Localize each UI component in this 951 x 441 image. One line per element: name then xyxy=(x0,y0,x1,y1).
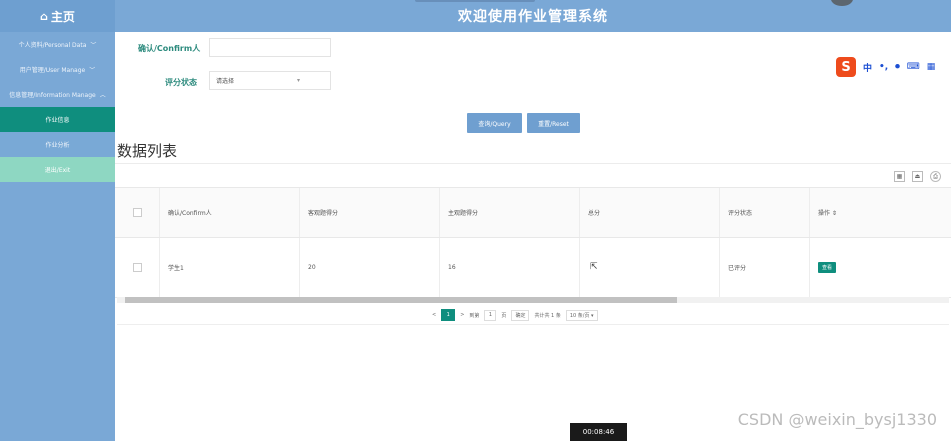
page-title: 欢迎使用作业管理系统 xyxy=(458,9,608,25)
status-select[interactable]: 请选择 ▾ xyxy=(209,71,331,90)
divider xyxy=(117,324,949,325)
section-title: 数据列表 xyxy=(117,142,178,160)
select-all-cell xyxy=(115,188,160,237)
sidebar: ⌂ 主页 个人资料/Personal Data ﹀ 用户管理/User Mana… xyxy=(0,0,115,441)
table-row: 学生1 20 16 已评分 查看 xyxy=(115,238,951,298)
home-link[interactable]: ⌂ 主页 xyxy=(0,0,115,32)
action-cell: 查看 xyxy=(810,238,951,297)
sidebar-item-user-manage[interactable]: 用户管理/User Manage ﹀ xyxy=(0,57,115,82)
chevron-down-icon: ﹀ xyxy=(89,67,96,74)
pagination: < 1 > 到第 1 页 确定 共计共 1 条 10 条/页 ▾ xyxy=(432,308,598,322)
header-cell: 总分 xyxy=(580,188,720,237)
sidebar-item-label: 退出/Exit xyxy=(44,167,71,174)
objective-score-cell: 20 xyxy=(300,238,440,297)
sidebar-item-homework-info[interactable]: 作业信息 xyxy=(0,107,115,132)
sidebar-item-label: 作业信息 xyxy=(45,117,70,124)
header-cell: 确认/Confirm人 xyxy=(160,188,300,237)
header-avatar xyxy=(831,0,853,6)
print-icon[interactable]: ⎙ xyxy=(930,171,941,182)
top-header: 欢迎使用作业管理系统 xyxy=(115,0,951,32)
home-label: 主页 xyxy=(50,9,75,24)
ime-toolbar: S 中 •, ⏺ ⌨ ▦ xyxy=(836,56,948,78)
microphone-icon[interactable]: ⏺ xyxy=(895,62,900,72)
sidebar-item-information-manage[interactable]: 信息管理/Information Manage ︿ xyxy=(0,82,115,107)
total-count-label: 共计共 1 条 xyxy=(534,312,561,319)
home-icon: ⌂ xyxy=(40,9,48,23)
page-number-current[interactable]: 1 xyxy=(441,309,456,321)
page-jump-input[interactable]: 1 xyxy=(484,309,497,321)
confirm-person-input[interactable] xyxy=(209,38,331,57)
ime-punctuation-icon[interactable]: •, xyxy=(879,62,888,72)
goto-label: 到第 xyxy=(469,312,480,319)
page-confirm-button[interactable]: 确定 xyxy=(511,309,530,321)
prev-page-icon[interactable]: < xyxy=(432,312,436,318)
header-overlay-fragment xyxy=(415,0,535,2)
sidebar-item-label: 信息管理/Information Manage xyxy=(9,92,96,99)
sidebar-item-label: 用户管理/User Manage xyxy=(19,67,86,74)
recording-timer: 00:08:46 xyxy=(570,423,627,441)
header-cell: 客观题得分 xyxy=(300,188,440,237)
sidebar-item-label: 作业分析 xyxy=(45,142,70,149)
view-button[interactable]: 查看 xyxy=(818,262,837,273)
horizontal-scrollbar[interactable] xyxy=(117,297,949,303)
grid-menu-icon[interactable]: ▦ xyxy=(927,62,936,72)
reset-button[interactable]: 重置/Reset xyxy=(527,113,580,133)
app-root: ⌂ 主页 个人资料/Personal Data ﹀ 用户管理/User Mana… xyxy=(0,0,951,441)
status-select-value: 请选择 xyxy=(216,78,235,85)
scrollbar-thumb[interactable] xyxy=(125,297,677,303)
confirm-person-label: 确认/Confirm人 xyxy=(138,44,201,53)
watermark: CSDN @weixin_bysj1330 xyxy=(737,410,937,429)
sidebar-item-homework-analysis[interactable]: 作业分析 xyxy=(0,132,115,157)
page-unit-label: 页 xyxy=(501,312,507,319)
keyboard-icon[interactable]: ⌨ xyxy=(907,62,920,72)
header-cell: 主观题得分 xyxy=(440,188,580,237)
columns-filter-icon[interactable]: ▦ xyxy=(894,171,905,182)
action-header-sortable[interactable]: 操作 ⇕ xyxy=(810,188,951,237)
sidebar-item-personal-data[interactable]: 个人资料/Personal Data ﹀ xyxy=(0,32,115,57)
page-size-select[interactable]: 10 条/页 ▾ xyxy=(565,309,598,321)
table-header: 确认/Confirm人 客观题得分 主观题得分 总分 评分状态 操作 ⇕ xyxy=(115,187,951,238)
chevron-down-icon: ﹀ xyxy=(90,42,97,49)
status-cell: 已评分 xyxy=(720,238,810,297)
total-score-cell xyxy=(580,238,720,297)
header-cell: 评分状态 xyxy=(720,188,810,237)
query-button[interactable]: 查询/Query xyxy=(467,113,522,133)
sidebar-item-label: 个人资料/Personal Data xyxy=(18,42,87,49)
sogou-logo-icon[interactable]: S xyxy=(836,57,856,77)
chevron-down-icon: ▾ xyxy=(296,77,300,84)
mouse-cursor-icon: ⇱ xyxy=(590,262,598,272)
next-page-icon[interactable]: > xyxy=(460,312,464,318)
export-icon[interactable]: ⏏ xyxy=(912,171,923,182)
chevron-up-icon: ︿ xyxy=(99,92,106,99)
table-toolbar: ▦ ⏏ ⎙ xyxy=(115,163,951,187)
row-select-cell xyxy=(115,238,160,297)
sidebar-item-exit[interactable]: 退出/Exit xyxy=(0,157,115,182)
subjective-score-cell: 16 xyxy=(440,238,580,297)
status-label: 评分状态 xyxy=(165,78,197,87)
ime-chinese-toggle[interactable]: 中 xyxy=(863,61,872,74)
confirm-person-cell: 学生1 xyxy=(160,238,300,297)
select-all-checkbox[interactable] xyxy=(132,208,142,217)
row-checkbox[interactable] xyxy=(132,263,142,272)
data-table: 确认/Confirm人 客观题得分 主观题得分 总分 评分状态 操作 ⇕ 学生1… xyxy=(115,187,951,298)
